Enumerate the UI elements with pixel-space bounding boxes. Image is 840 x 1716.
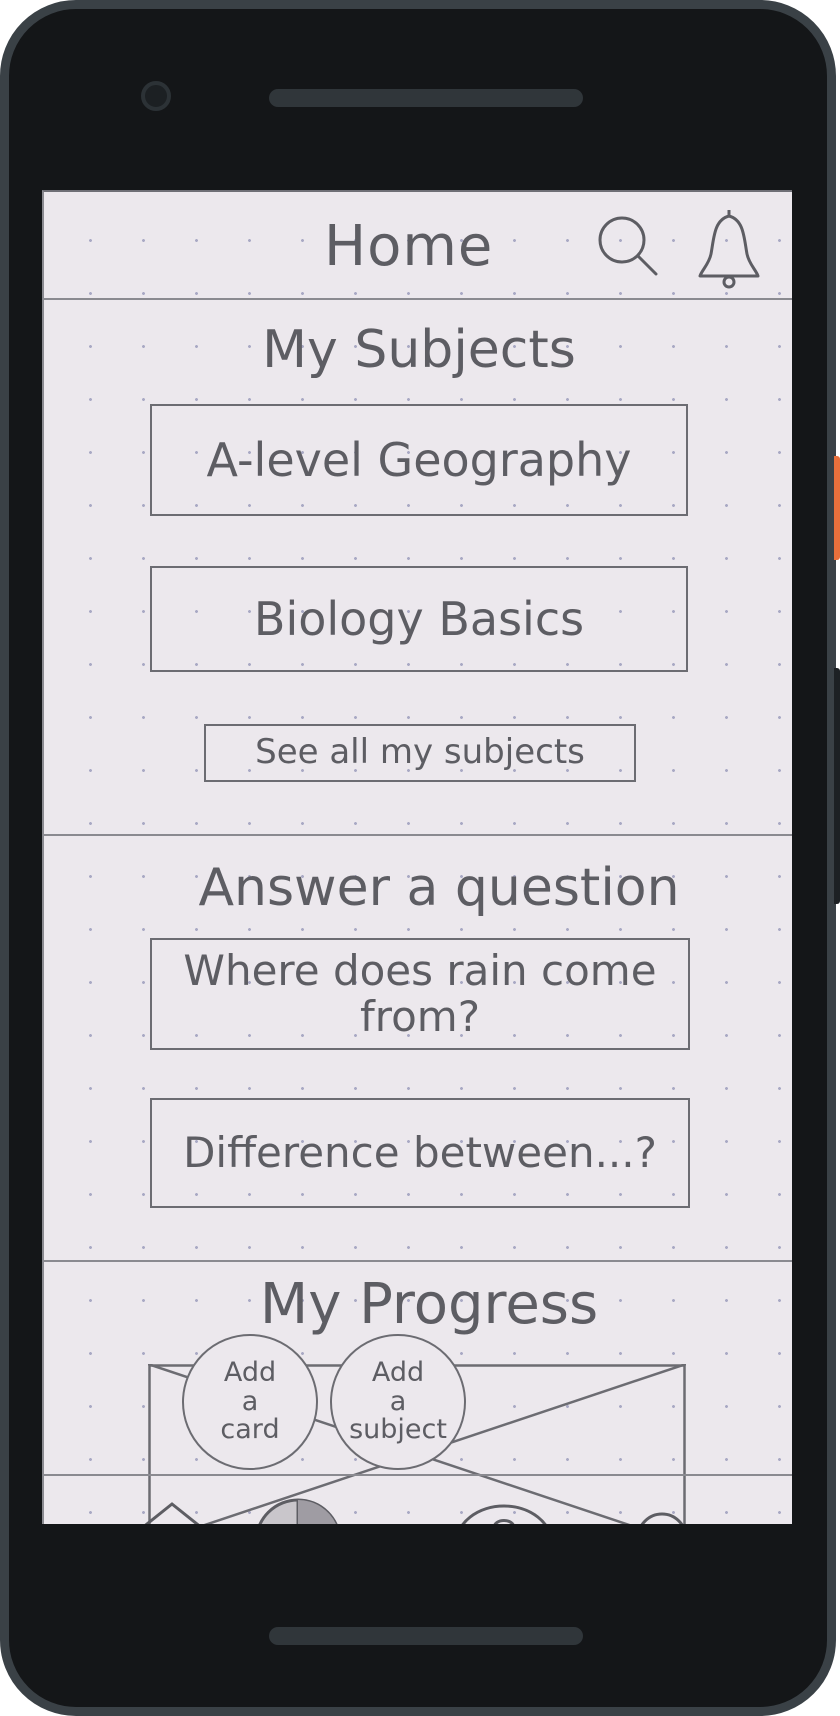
- subject-card-geography[interactable]: A-level Geography: [150, 404, 688, 516]
- search-icon[interactable]: [592, 210, 664, 282]
- pie-chart-icon[interactable]: [256, 1498, 340, 1524]
- subjects-divider: [44, 834, 792, 836]
- top-speaker: [269, 89, 583, 107]
- profile-icon[interactable]: [638, 1512, 686, 1524]
- question-card-difference[interactable]: Difference between...?: [150, 1098, 690, 1208]
- front-camera: [141, 81, 171, 111]
- header-divider: [44, 298, 792, 300]
- bell-icon[interactable]: [694, 208, 764, 290]
- power-button: [834, 456, 840, 560]
- bottom-speaker: [269, 1627, 583, 1645]
- answer-question-title: Answer a question: [198, 858, 680, 918]
- volume-button: [834, 668, 840, 904]
- see-all-subjects-button[interactable]: See all my subjects: [204, 724, 636, 782]
- subject-card-biology[interactable]: Biology Basics: [150, 566, 688, 672]
- add-subject-button[interactable]: Add a subject: [330, 1334, 466, 1470]
- page-title: Home: [324, 214, 494, 279]
- add-card-button[interactable]: Add a card: [182, 1334, 318, 1470]
- question-icon[interactable]: [456, 1504, 552, 1524]
- bottom-nav: [132, 1498, 686, 1524]
- my-subjects-title: My Subjects: [262, 320, 576, 380]
- question-card-rain[interactable]: Where does rain come from?: [150, 938, 690, 1050]
- questions-divider: [44, 1260, 792, 1262]
- my-progress-title: My Progress: [259, 1272, 599, 1337]
- paper-screen: Home My Subjects A-level Geography Biolo…: [42, 190, 792, 1524]
- home-icon[interactable]: [132, 1502, 212, 1524]
